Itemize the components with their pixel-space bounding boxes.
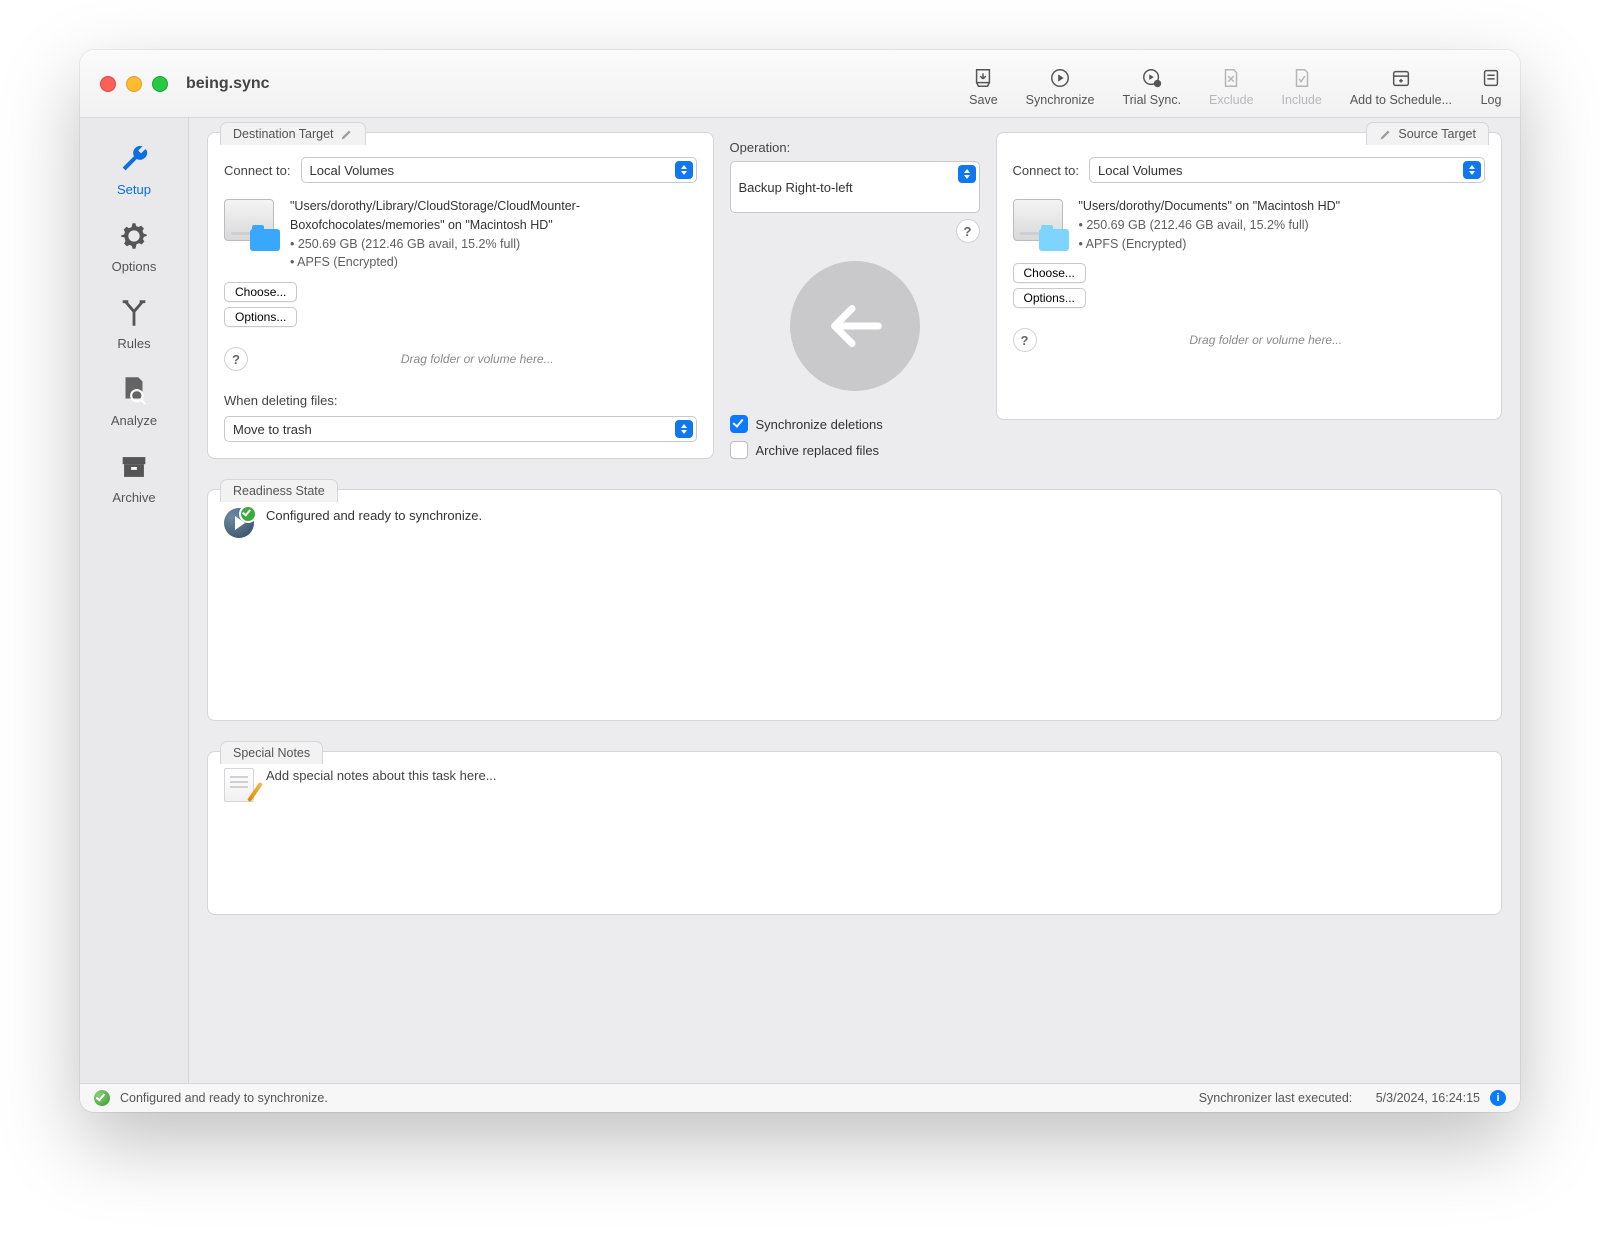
close-window-button[interactable] — [100, 76, 116, 92]
destination-help-button[interactable]: ? — [224, 347, 248, 371]
checkbox-icon — [730, 441, 748, 459]
readiness-message: Configured and ready to synchronize. — [266, 508, 482, 523]
sidebar-item-analyze[interactable]: Analyze — [88, 363, 180, 436]
pencil-icon[interactable] — [340, 128, 353, 141]
destination-tab: Destination Target — [220, 122, 366, 145]
document-title: being.sync — [186, 75, 270, 93]
info-icon[interactable]: i — [1490, 1090, 1506, 1106]
source-connect-label: Connect to: — [1013, 163, 1080, 178]
chevron-updown-icon — [675, 420, 693, 438]
destination-path: "Users/dorothy/Library/CloudStorage/Clou… — [290, 197, 697, 235]
sidebar-item-archive[interactable]: Archive — [88, 440, 180, 513]
source-volume-icon — [1013, 197, 1065, 249]
app-window: being.sync Save Synchronize Trial Sync. … — [80, 50, 1520, 1112]
operation-label: Operation: — [730, 140, 980, 155]
log-button[interactable]: Log — [1480, 67, 1502, 107]
readiness-status-icon — [224, 508, 254, 538]
destination-drop-hint: Drag folder or volume here... — [258, 352, 697, 366]
add-to-schedule-button[interactable]: Add to Schedule... — [1350, 67, 1452, 107]
destination-volume-icon — [224, 197, 276, 249]
direction-arrow-icon — [790, 261, 920, 391]
notes-placeholder[interactable]: Add special notes about this task here..… — [266, 768, 497, 783]
source-help-button[interactable]: ? — [1013, 328, 1037, 352]
titlebar: being.sync Save Synchronize Trial Sync. … — [80, 50, 1520, 118]
operation-column: Operation: Backup Right-to-left ? Synchr… — [730, 132, 980, 459]
sidebar: Setup Options Rules Analyze Archive — [80, 118, 189, 1083]
source-path: "Users/dorothy/Documents" on "Macintosh … — [1079, 197, 1341, 216]
destination-panel: Destination Target Connect to: Local Vol… — [207, 132, 714, 459]
calendar-add-icon — [1390, 67, 1412, 89]
checkbox-checked-icon — [730, 415, 748, 433]
operation-help-button[interactable]: ? — [956, 219, 980, 243]
synchronize-button[interactable]: Synchronize — [1026, 67, 1095, 107]
readiness-tab: Readiness State — [220, 479, 338, 502]
status-last-executed-value: 5/3/2024, 16:24:15 — [1376, 1091, 1480, 1105]
play-circle-icon — [1049, 67, 1071, 89]
sidebar-item-setup[interactable]: Setup — [88, 132, 180, 205]
status-message: Configured and ready to synchronize. — [120, 1091, 328, 1105]
archive-icon — [117, 450, 151, 484]
sync-deletions-checkbox[interactable]: Synchronize deletions — [730, 415, 980, 433]
log-icon — [1480, 67, 1502, 89]
readiness-panel: Readiness State Configured and ready to … — [207, 489, 1502, 721]
trial-sync-button[interactable]: Trial Sync. — [1122, 67, 1181, 107]
source-size: • 250.69 GB (212.46 GB avail, 15.2% full… — [1079, 216, 1341, 235]
exclude-button: Exclude — [1209, 67, 1253, 107]
source-drop-hint: Drag folder or volume here... — [1047, 333, 1486, 347]
branch-icon — [117, 296, 151, 330]
pencil-icon[interactable] — [1379, 128, 1392, 141]
notes-panel: Special Notes Add special notes about th… — [207, 751, 1502, 915]
source-panel: Source Target Connect to: Local Volumes — [996, 132, 1503, 420]
status-last-executed-label: Synchronizer last executed: — [1199, 1091, 1353, 1105]
gear-icon — [117, 219, 151, 253]
wrench-icon — [117, 142, 151, 176]
destination-options-button[interactable]: Options... — [224, 307, 297, 327]
window-controls — [100, 76, 168, 92]
file-x-icon — [1220, 67, 1242, 89]
statusbar: Configured and ready to synchronize. Syn… — [80, 1083, 1520, 1112]
notes-icon — [224, 768, 254, 802]
file-check-icon — [1291, 67, 1313, 89]
destination-connect-select[interactable]: Local Volumes — [301, 157, 697, 183]
archive-replaced-checkbox[interactable]: Archive replaced files — [730, 441, 980, 459]
connect-to-label: Connect to: — [224, 163, 291, 178]
zoom-window-button[interactable] — [152, 76, 168, 92]
notes-tab: Special Notes — [220, 741, 323, 764]
main-content: Destination Target Connect to: Local Vol… — [189, 118, 1520, 1083]
when-deleting-select[interactable]: Move to trash — [224, 416, 697, 442]
save-button[interactable]: Save — [969, 67, 998, 107]
minimize-window-button[interactable] — [126, 76, 142, 92]
status-ready-icon — [94, 1090, 110, 1106]
operation-select[interactable]: Backup Right-to-left — [730, 161, 980, 213]
source-tab: Source Target — [1366, 122, 1489, 145]
toolbar: Save Synchronize Trial Sync. Exclude Inc… — [969, 61, 1502, 107]
chevron-updown-icon — [675, 161, 693, 179]
destination-fs: • APFS (Encrypted) — [290, 253, 697, 272]
source-fs: • APFS (Encrypted) — [1079, 235, 1341, 254]
sidebar-item-rules[interactable]: Rules — [88, 286, 180, 359]
destination-choose-button[interactable]: Choose... — [224, 282, 297, 302]
destination-size: • 250.69 GB (212.46 GB avail, 15.2% full… — [290, 235, 697, 254]
play-circle-dot-icon — [1141, 67, 1163, 89]
chevron-updown-icon — [958, 165, 976, 183]
source-choose-button[interactable]: Choose... — [1013, 263, 1086, 283]
when-deleting-label: When deleting files: — [224, 393, 697, 408]
save-icon — [972, 67, 994, 89]
analyze-icon — [117, 373, 151, 407]
chevron-updown-icon — [1463, 161, 1481, 179]
source-connect-select[interactable]: Local Volumes — [1089, 157, 1485, 183]
include-button: Include — [1282, 67, 1322, 107]
sidebar-item-options[interactable]: Options — [88, 209, 180, 282]
source-options-button[interactable]: Options... — [1013, 288, 1086, 308]
